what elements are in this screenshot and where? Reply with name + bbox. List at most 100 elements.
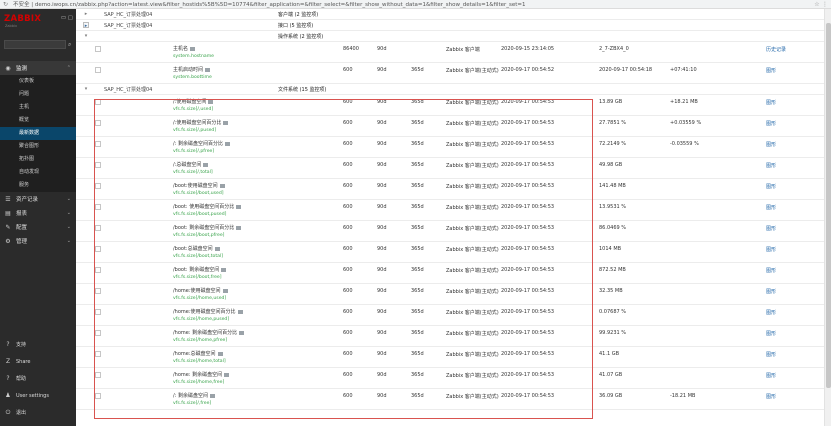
vertical-scrollbar[interactable] xyxy=(824,9,831,426)
url-field[interactable]: 不安全 | demo.iwops.cn/zabbix.php?action=la… xyxy=(13,0,813,8)
last-value: 141.48 MB xyxy=(599,183,626,189)
graph-link[interactable]: 图形 xyxy=(766,288,776,295)
graph-link[interactable]: 图形 xyxy=(766,99,776,106)
application-name: 接口 (5 监控项) xyxy=(278,23,314,29)
sidebar-item-4[interactable]: ⚙ 管理 ⌄ xyxy=(0,234,76,248)
graph-tag-icon[interactable] xyxy=(190,46,196,51)
graph-link[interactable]: 图形 xyxy=(766,393,776,400)
sidebar-item-label: 报表 xyxy=(16,211,28,217)
graph-link[interactable]: 图形 xyxy=(766,141,776,148)
submenu-item[interactable]: 自动发现 xyxy=(0,166,76,179)
group-host-name[interactable]: SAP_HC_订票处理04 xyxy=(104,86,152,93)
item-name-text: 主机启动时间 xyxy=(173,67,204,73)
collapse-toggle-icon[interactable]: ▾ xyxy=(83,33,89,39)
graph-link[interactable]: 图形 xyxy=(766,330,776,337)
item-name[interactable]: 主机启动时间 xyxy=(173,66,211,73)
application-name: 文件系统 (15 监控项) xyxy=(278,87,327,93)
last-value: 32.35 MB xyxy=(599,288,623,294)
sidebar-item-1[interactable]: ☰ 资产记录 ⌄ xyxy=(0,192,76,206)
submenu-item[interactable]: 主机 xyxy=(0,101,76,114)
logo-subtitle: Zabbix xyxy=(5,24,18,28)
bottom-item-1[interactable]: Z Share xyxy=(0,353,76,370)
update-interval: 600 xyxy=(343,67,353,73)
last-value: 99.9231 % xyxy=(599,330,627,336)
submenu-item[interactable]: 服务 xyxy=(0,179,76,192)
group-host-name[interactable]: SAP_HC_订票处理04 xyxy=(104,22,152,29)
submenu-item[interactable]: 聚合图形 xyxy=(0,140,76,153)
scrollbar-thumb[interactable] xyxy=(826,23,831,388)
share-icon: Z xyxy=(5,358,11,365)
bottom-item-3[interactable]: ♟ User settings xyxy=(0,387,76,404)
help-icon: ? xyxy=(6,375,10,382)
last-value: 0.07687 % xyxy=(599,309,627,315)
graph-link[interactable]: 图形 xyxy=(766,225,776,232)
graph-link[interactable]: 图形 xyxy=(766,351,776,358)
sidebar-item-0[interactable]: ◉ 监测 ⌃ xyxy=(0,61,76,75)
item-key: system.hostname xyxy=(173,54,215,59)
item-checkbox[interactable] xyxy=(95,46,101,52)
value-change: -0.03559 % xyxy=(670,141,699,147)
application-group-row: ▸ SAP_HC_订票处理04 接口 (5 监控项) xyxy=(76,20,824,31)
sidebar-search-input[interactable] xyxy=(4,40,66,49)
chevron-down-icon: ⌄ xyxy=(66,196,71,202)
graph-link[interactable]: 图形 xyxy=(766,246,776,253)
item-name[interactable]: 主机名 xyxy=(173,45,196,52)
graph-link[interactable]: 图形 xyxy=(766,309,776,316)
browser-address-bar: ↻ 不安全 | demo.iwops.cn/zabbix.php?action=… xyxy=(0,0,831,9)
item-checkbox[interactable] xyxy=(95,67,101,73)
expand-toggle-icon[interactable]: ▸ xyxy=(83,11,89,17)
application-group-row: ▾ SAP_HC_订票处理04 文件系统 (15 监控项) xyxy=(76,84,824,95)
bottom-nav: ? 支持 Z Share? 帮助 ♟ User settings ⏻ 退出 xyxy=(0,336,76,421)
last-check-time: 2020-09-17 00:54:52 xyxy=(501,67,555,73)
last-value: 72.2149 % xyxy=(599,141,627,147)
value-change: -18.21 MB xyxy=(670,393,696,399)
graph-tag-icon[interactable] xyxy=(205,67,211,72)
graph-link[interactable]: 图形 xyxy=(766,67,776,74)
graph-link[interactable]: 图形 xyxy=(766,162,776,169)
sidebar-item-2[interactable]: ▤ 报表 ⌄ xyxy=(0,206,76,220)
sidebar-item-label: 资产记录 xyxy=(16,197,39,203)
sidebar-item-label: 监测 xyxy=(16,66,28,72)
graph-link[interactable]: 图形 xyxy=(766,267,776,274)
reload-icon[interactable]: ↻ xyxy=(2,1,9,8)
bottom-item-2[interactable]: ? 帮助 xyxy=(0,370,76,387)
item-name-text: 主机名 xyxy=(173,46,189,52)
submenu-item[interactable]: 仪表板 xyxy=(0,75,76,88)
sidebar-submenu: 仪表板 问题 主机 概览 最新数据 聚合图形 拓扑图 自动发现 服务 xyxy=(0,75,76,192)
user-icon: ♟ xyxy=(5,392,11,399)
sidebar-item-3[interactable]: ✎ 配置 ⌄ xyxy=(0,220,76,234)
bottom-item-label: 退出 xyxy=(16,410,27,416)
last-value: 2_7-ZBX4_0 xyxy=(599,46,629,52)
graph-link[interactable]: 图形 xyxy=(766,204,776,211)
submenu-item[interactable]: 最新数据 xyxy=(0,127,76,140)
search-icon[interactable]: ⌕ xyxy=(68,41,71,49)
submenu-item[interactable]: 概览 xyxy=(0,114,76,127)
submenu-item[interactable]: 问题 xyxy=(0,88,76,101)
group-host-name[interactable]: SAP_HC_订票处理04 xyxy=(104,11,152,18)
expand-toggle-icon[interactable]: ▸ xyxy=(83,22,89,29)
browser-menu-icon[interactable]: ⋮ xyxy=(821,1,829,8)
graph-link[interactable]: 图形 xyxy=(766,183,776,190)
bottom-item-4[interactable]: ⏻ 退出 xyxy=(0,404,76,421)
zabbix-logo[interactable]: ZABBIX xyxy=(4,14,41,24)
history-period: 90d xyxy=(377,46,387,52)
collapse-sidebar-icon[interactable]: ▭ ▢ xyxy=(61,15,73,21)
collapse-toggle-icon[interactable]: ▾ xyxy=(83,86,89,92)
history-period: 90d xyxy=(377,67,387,73)
last-value: 872.52 MB xyxy=(599,267,626,273)
last-value: 13.89 GB xyxy=(599,99,623,105)
item-type: Zabbix 客户端 xyxy=(446,47,480,53)
last-value: 86.0469 % xyxy=(599,225,627,231)
submenu-item[interactable]: 拓扑图 xyxy=(0,153,76,166)
graph-link[interactable]: 历史记录 xyxy=(766,46,786,53)
gear-icon: ⚙ xyxy=(5,237,11,245)
graph-link[interactable]: 图形 xyxy=(766,120,776,127)
last-value: 27.7851 % xyxy=(599,120,627,126)
bookmark-star-icon[interactable]: ☆ xyxy=(813,1,821,8)
last-value: 36.09 GB xyxy=(599,393,623,399)
last-value: 2020-09-17 00:54:18 xyxy=(599,67,653,73)
graph-link[interactable]: 图形 xyxy=(766,372,776,379)
chevron-down-icon: ⌄ xyxy=(66,210,71,216)
bottom-item-0[interactable]: ? 支持 xyxy=(0,336,76,353)
sidebar-item-label: 配置 xyxy=(16,225,28,231)
